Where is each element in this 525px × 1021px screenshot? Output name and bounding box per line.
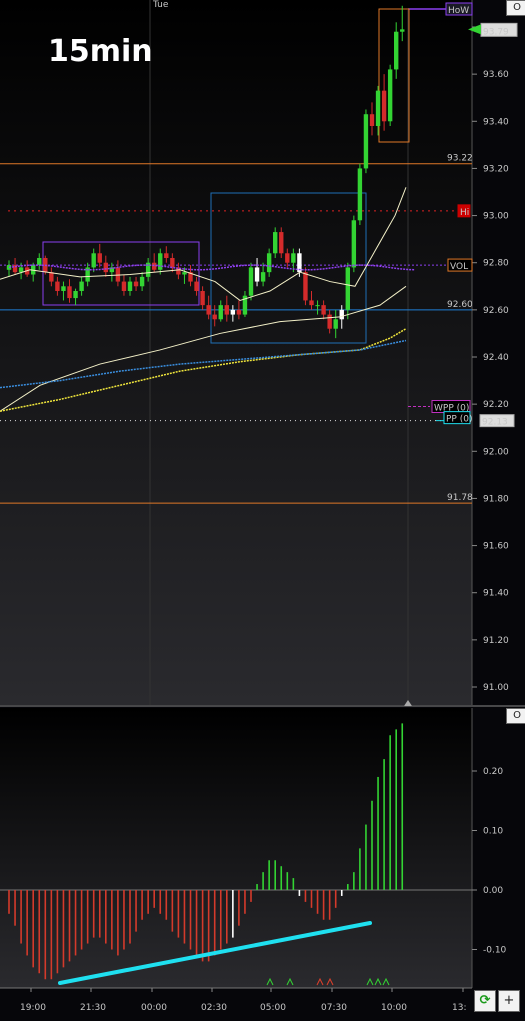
price-tick-label: 93.60 (483, 70, 509, 80)
candle-body (121, 281, 127, 291)
candle-body (327, 314, 332, 329)
candle-body (266, 253, 272, 273)
candle-body (182, 272, 187, 275)
candle-body (18, 267, 24, 273)
candle-body (61, 286, 66, 291)
top-day-label: Tue (152, 0, 169, 10)
candle-body (339, 309, 344, 320)
candle-body (321, 305, 326, 315)
candle-body (345, 267, 350, 310)
pp-flag-text: PP (0) (446, 415, 472, 425)
candle-body (139, 276, 145, 287)
how-flag-text: HoW (448, 6, 469, 16)
candle-body (158, 253, 163, 270)
candle-body (170, 258, 175, 268)
candle-body (381, 90, 387, 122)
candle-body (164, 253, 169, 258)
osc-tick-label: 0.00 (483, 886, 503, 896)
candle-body (79, 281, 84, 291)
candle-body (315, 305, 320, 307)
chart-window: Tue 91.00 91.20 91.40 91.60 91.80 92.00 92.20 92… (0, 0, 525, 1021)
candle-body (375, 90, 381, 126)
osc-tick-label: -0.10 (483, 946, 507, 956)
candle-body (369, 114, 375, 126)
candle-body (387, 69, 393, 122)
price-tick-label: 93.00 (483, 212, 509, 222)
candle-body (218, 305, 223, 320)
timeframe-label: 15min (48, 34, 153, 69)
candle-body (133, 281, 139, 287)
time-tick-label: 13: (452, 1003, 466, 1013)
price-tick-label: 92.00 (483, 447, 509, 457)
price-tick-label: 92.20 (483, 400, 509, 410)
level-label-91-78: 91.78 (447, 493, 473, 503)
candle-body (254, 267, 260, 282)
candle-body (55, 281, 60, 291)
hi-flag-text: Hi (460, 208, 469, 218)
candle-body (37, 258, 42, 266)
candle-body (194, 281, 199, 291)
candle-body (333, 319, 338, 329)
candle-body (357, 168, 363, 221)
osc-panel-bg (0, 708, 472, 988)
candle-body (394, 31, 399, 70)
osc-tick-label: 0.10 (483, 827, 503, 837)
candle-body (285, 253, 290, 263)
level-label-93-22: 93.22 (447, 154, 473, 164)
time-tick-label: 05:00 (260, 1003, 286, 1013)
prev-close-flag-text: 92.13 (482, 418, 508, 428)
candle-body (248, 267, 254, 296)
candle-body (309, 300, 314, 306)
candle-body (303, 272, 308, 301)
candle-body (260, 272, 266, 282)
price-panel-options-button[interactable]: O (506, 0, 525, 16)
candle-body (400, 29, 405, 32)
candle-body (200, 291, 205, 306)
price-panel-bg (0, 0, 472, 705)
candle-body (49, 272, 54, 282)
price-tick-label: 93.40 (483, 117, 509, 127)
candle-body (73, 291, 78, 299)
candle-body (91, 253, 96, 268)
price-tick-label: 91.20 (483, 636, 509, 646)
price-tick-label: 91.00 (483, 683, 509, 693)
osc-tick-label: 0.20 (483, 767, 503, 777)
candle-body (230, 309, 236, 315)
time-tick-label: 21:30 (80, 1003, 106, 1013)
candle-body (273, 232, 278, 254)
price-tick-label: 91.60 (483, 542, 509, 552)
price-tick-label: 92.60 (483, 306, 509, 316)
price-tick-label: 91.40 (483, 589, 509, 599)
candle-body (67, 286, 72, 299)
candle-body (224, 305, 229, 315)
osc-panel-options-button[interactable]: O (506, 708, 525, 724)
price-tick-label: 91.80 (483, 494, 509, 504)
time-tick-label: 02:30 (201, 1003, 227, 1013)
time-tick-label: 00:00 (141, 1003, 167, 1013)
candle-body (103, 262, 108, 273)
price-tick-label: 93.20 (483, 164, 509, 174)
last-price-flag-text: 93.79 (483, 27, 509, 37)
refresh-button[interactable]: ⟳ (474, 990, 496, 1012)
vol-flag-text: VOL (450, 262, 468, 272)
candle-body (351, 220, 357, 268)
candle-body (97, 253, 102, 263)
candle-body (127, 281, 133, 291)
price-tick-label: 92.80 (483, 259, 509, 269)
candle-body (279, 232, 284, 254)
add-panel-button[interactable]: + (498, 990, 520, 1012)
candle-body (206, 305, 211, 315)
time-tick-label: 19:00 (20, 1003, 46, 1013)
candle-body (236, 309, 242, 315)
time-tick-label: 07:30 (321, 1003, 347, 1013)
level-label-92-60: 92.60 (447, 300, 473, 310)
price-tick-label: 92.40 (483, 353, 509, 363)
time-tick-label: 10:00 (381, 1003, 407, 1013)
candle-body (212, 314, 217, 320)
candle-body (291, 253, 296, 263)
candle-body (363, 114, 369, 169)
price-chart[interactable]: Tue 91.00 91.20 91.40 91.60 91.80 92.00 92.20 92… (0, 0, 525, 1021)
